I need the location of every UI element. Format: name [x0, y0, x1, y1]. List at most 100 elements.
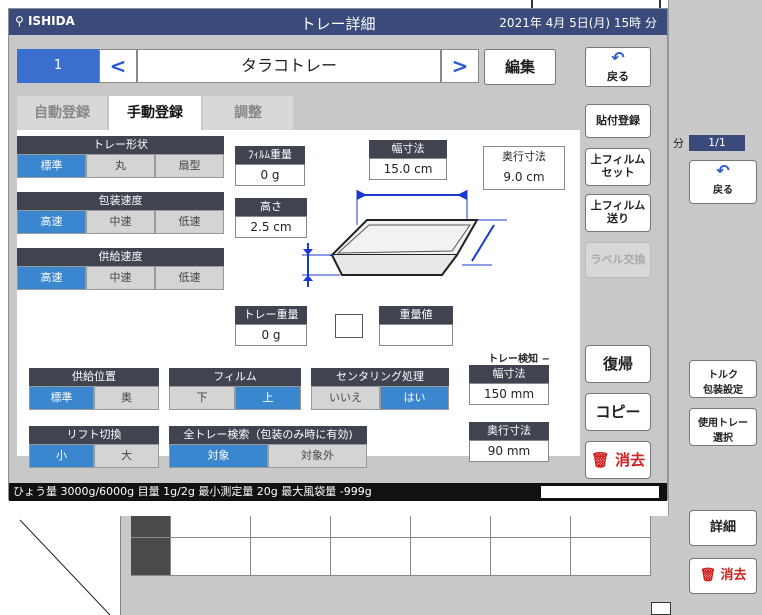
paste-register-button[interactable]: 貼付登録	[585, 104, 651, 138]
upper-film-feed-button[interactable]: 上フィルム 送り	[585, 194, 651, 232]
pack-speed-option-mid[interactable]: 中速	[86, 210, 155, 234]
grid-cell	[571, 516, 651, 538]
tray-shape-header: トレー形状	[17, 136, 224, 154]
feed-speed-header: 供給速度	[17, 248, 224, 266]
background-grid	[120, 516, 671, 615]
use-tray-label-2: 選択	[713, 433, 733, 444]
grid-cell	[411, 516, 491, 538]
side-detail-button[interactable]: 詳細	[689, 510, 757, 546]
depth-value[interactable]: 9.0 cm	[484, 167, 564, 187]
upper-film-feed-label-2: 送り	[607, 212, 629, 225]
grid-cell	[251, 516, 331, 538]
grid-cell	[491, 516, 571, 538]
status-bar: ひょう量 3000g/6000g 目量 1g/2g 最小測定量 20g 最大風袋…	[9, 483, 667, 501]
upper-film-set-button[interactable]: 上フィルム セット	[585, 148, 651, 186]
tray-number: 1	[17, 49, 99, 83]
background-side-panel: 分 1/1 ↶ 戻る トルク 包装設定 使用トレー 選択 詳細 🗑 消去	[668, 0, 762, 615]
centering-option-no[interactable]: いいえ	[311, 386, 380, 410]
grid-cell	[331, 538, 411, 576]
grid-cell	[131, 538, 171, 576]
upper-film-set-label-2: セット	[601, 166, 635, 179]
back-label: 戻る	[607, 70, 629, 83]
weight-value-field[interactable]	[379, 324, 453, 346]
grid-cell	[331, 516, 411, 538]
back-arrow-icon: ↶	[716, 161, 730, 180]
weight-indicator-box	[335, 314, 363, 338]
next-tray-button[interactable]: >	[441, 49, 479, 83]
grid-cell	[411, 538, 491, 576]
all-tray-search-header: 全トレー検索（包装のみ時に有効)	[169, 426, 367, 444]
grid-cell	[131, 516, 171, 538]
grid-cell	[171, 538, 251, 576]
feed-speed-option-low[interactable]: 低速	[155, 266, 224, 290]
depth-box: 奥行寸法 9.0 cm	[483, 146, 565, 190]
feed-position-option-standard[interactable]: 標準	[29, 386, 94, 410]
trash-icon: 🗑	[699, 568, 716, 583]
back-arrow-icon: ↶	[611, 48, 625, 67]
title-bar: ⚲ ISHIDA トレー詳細 2021年 4月 5日(月) 15時 分	[9, 9, 667, 35]
prev-tray-button[interactable]: <	[99, 49, 137, 83]
detect-depth-label: 奥行寸法	[469, 422, 549, 440]
tray-weight-value[interactable]: 0 g	[235, 324, 307, 346]
tray-weight-label: トレー重量	[235, 306, 307, 324]
pack-speed-option-high[interactable]: 高速	[17, 210, 86, 234]
film-option-upper[interactable]: 上	[235, 386, 301, 410]
side-page-indicator: 1/1	[689, 135, 745, 151]
use-tray-label-1: 使用トレー	[698, 418, 748, 429]
manual-register-panel: トレー形状 標準 丸 扇型 包装速度 高速 中速 低速 供給速度 高速 中速 低…	[17, 130, 580, 468]
use-tray-select-button[interactable]: 使用トレー 選択	[689, 408, 757, 446]
film-weight-label: ﾌｨﾙﾑ重量	[235, 146, 305, 164]
tab-auto-register[interactable]: 自動登録	[17, 96, 107, 130]
copy-button[interactable]: コピー	[585, 393, 651, 431]
tray-diagram	[302, 190, 507, 287]
tray-name: タラコトレー	[137, 49, 441, 83]
tray-shape-option-standard[interactable]: 標準	[17, 154, 86, 178]
back-button[interactable]: ↶ 戻る	[585, 47, 651, 87]
status-text: ひょう量 3000g/6000g 目量 1g/2g 最小測定量 20g 最大風袋…	[13, 485, 372, 498]
grid-corner-box	[651, 602, 671, 615]
feed-speed-option-high[interactable]: 高速	[17, 266, 86, 290]
grid-cell	[251, 538, 331, 576]
grid-cell	[171, 516, 251, 538]
restore-button[interactable]: 復帰	[585, 345, 651, 383]
torque-label-2: 包装設定	[703, 385, 743, 396]
delete-button[interactable]: 🗑 消去	[585, 441, 651, 479]
label-change-button[interactable]: ラベル交換	[585, 242, 651, 278]
centering-header: センタリング処理	[311, 368, 449, 386]
tray-shape-option-fan[interactable]: 扇型	[155, 154, 224, 178]
film-weight-value[interactable]: 0 g	[235, 164, 305, 186]
pack-speed-option-low[interactable]: 低速	[155, 210, 224, 234]
side-back-button[interactable]: ↶ 戻る	[689, 160, 757, 204]
all-tray-search-option-excluded[interactable]: 対象外	[268, 444, 367, 468]
tray-detect-title: トレー検知 −	[488, 354, 550, 365]
side-back-label: 戻る	[713, 185, 733, 196]
pack-speed-header: 包装速度	[17, 192, 224, 210]
trash-icon: 🗑	[590, 451, 610, 469]
feed-position-option-back[interactable]: 奥	[94, 386, 159, 410]
tray-shape-option-round[interactable]: 丸	[86, 154, 155, 178]
edit-button[interactable]: 編集	[484, 49, 556, 85]
upper-film-set-label-1: 上フィルム	[590, 153, 646, 166]
grid-cell	[491, 538, 571, 576]
detect-width-value: 150 mm	[469, 383, 549, 405]
feed-speed-option-mid[interactable]: 中速	[86, 266, 155, 290]
depth-label: 奥行寸法	[502, 150, 546, 163]
tab-manual-register[interactable]: 手動登録	[109, 96, 201, 131]
film-option-lower[interactable]: 下	[169, 386, 235, 410]
lift-option-small[interactable]: 小	[29, 444, 94, 468]
detect-width-label: 幅寸法	[469, 365, 549, 383]
lift-option-large[interactable]: 大	[94, 444, 159, 468]
tray-detail-window: ⚲ ISHIDA トレー詳細 2021年 4月 5日(月) 15時 分 1 < …	[8, 8, 668, 501]
weight-value-label: 重量値	[379, 306, 453, 324]
side-delete-button[interactable]: 🗑 消去	[689, 558, 757, 594]
torque-setting-button[interactable]: トルク 包装設定	[689, 360, 757, 398]
detect-depth-value: 90 mm	[469, 440, 549, 462]
width-value[interactable]: 15.0 cm	[369, 158, 447, 180]
upper-film-feed-label-1: 上フィルム	[590, 199, 646, 212]
all-tray-search-option-target[interactable]: 対象	[169, 444, 268, 468]
status-field	[541, 486, 659, 498]
tab-adjust[interactable]: 調整	[203, 96, 293, 130]
film-header: フィルム	[169, 368, 301, 386]
centering-option-yes[interactable]: はい	[380, 386, 449, 410]
torque-label-1: トルク	[708, 370, 738, 381]
